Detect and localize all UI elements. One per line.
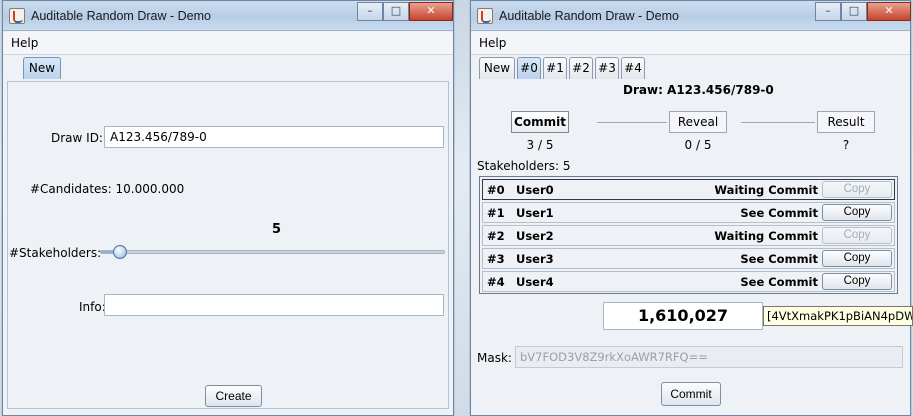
right-window: Auditable Random Draw - Demo – □ ✕ Help … [470,0,913,416]
slider-thumb[interactable] [113,245,128,259]
candidates-label: #Candidates: 10.000.000 [30,182,185,196]
copy-button[interactable]: Copy [822,181,892,198]
stakeholders-slider[interactable] [100,250,445,254]
user-index: #0 [487,183,505,197]
user-row: #3 User3 See Commit Copy [482,248,895,269]
stakeholders-value-label: 5 [272,222,282,237]
user-index: #4 [487,275,505,289]
minimize-button[interactable]: – [815,2,841,21]
right-titlebar[interactable]: Auditable Random Draw - Demo – □ ✕ [471,1,911,31]
stakeholders-label: #Stakeholders: [9,246,102,260]
result-count: ? [842,138,850,152]
phase-result: Result [817,111,875,133]
left-window: Auditable Random Draw - Demo – □ ✕ Help … [2,0,454,416]
user-status: Waiting Commit [714,183,818,197]
tab-2[interactable]: #2 [569,57,593,79]
mask-label: Mask: [477,351,512,365]
tab-1[interactable]: #1 [543,57,567,79]
menu-help[interactable]: Help [11,36,38,50]
java-app-icon [9,8,25,24]
reveal-count: 0 / 5 [684,138,712,152]
tab-strip: New [3,55,453,81]
user-name: User0 [516,183,554,197]
user-name: User1 [516,206,554,220]
user-status: See Commit [740,275,818,289]
stakeholders-table: #0 User0 Waiting Commit Copy #1 User1 Se… [479,176,898,294]
phase-connector [597,122,667,123]
user-status: See Commit [740,252,818,266]
left-titlebar[interactable]: Auditable Random Draw - Demo – □ ✕ [3,1,453,31]
user-index: #3 [487,252,505,266]
phase-commit: Commit [511,111,569,133]
phase-connector [741,122,815,123]
user-index: #1 [487,206,505,220]
mask-input[interactable]: bV7FOD3V8Z9rkXoAWR7RFQ== [515,346,903,368]
close-button[interactable]: ✕ [409,2,453,21]
user-name: User2 [516,229,554,243]
result-value: 1,610,027 [603,302,763,330]
user-row: #1 User1 See Commit Copy [482,202,895,223]
maximize-button[interactable]: □ [841,2,867,21]
tab-new[interactable]: New [479,57,515,79]
user-status: Waiting Commit [714,229,818,243]
draw-id-input[interactable]: A123.456/789-0 [104,126,444,148]
copy-button[interactable]: Copy [822,273,892,290]
user-row: #2 User2 Waiting Commit Copy [482,225,895,246]
commit-count: 3 / 5 [526,138,554,152]
menubar: Help [471,32,910,55]
copy-button[interactable]: Copy [822,250,892,267]
minimize-button[interactable]: – [357,2,383,21]
new-draw-panel: Draw ID: A123.456/789-0 #Candidates: 10.… [7,81,449,409]
user-status: See Commit [740,206,818,220]
java-app-icon [477,8,493,24]
user-name: User4 [516,275,554,289]
copy-button[interactable]: Copy [822,204,892,221]
window-title: Auditable Random Draw - Demo [31,9,211,23]
tab-0[interactable]: #0 [517,57,541,79]
tab-3[interactable]: #3 [595,57,619,79]
tooltip: [4VtXmakPK1pBiAN4pDW7P [763,306,913,326]
close-button[interactable]: ✕ [867,2,911,21]
user-row: #4 User4 See Commit Copy [482,271,895,292]
menubar: Help [3,32,453,55]
menu-help[interactable]: Help [479,36,506,50]
info-input[interactable] [104,294,444,316]
window-title: Auditable Random Draw - Demo [499,9,679,23]
copy-button[interactable]: Copy [822,227,892,244]
user-index: #2 [487,229,505,243]
user-name: User3 [516,252,554,266]
tab-4[interactable]: #4 [621,57,645,79]
phase-reveal: Reveal [669,111,727,133]
commit-button[interactable]: Commit [661,382,721,406]
stakeholders-count-label: Stakeholders: 5 [477,159,571,173]
draw-id-label: Draw ID: [51,131,103,145]
info-label: Info: [79,300,106,314]
maximize-button[interactable]: □ [383,2,409,21]
draw-title: Draw: A123.456/789-0 [623,83,774,97]
create-button[interactable]: Create [205,385,262,407]
tab-strip: New #0 #1 #2 #3 #4 [471,55,910,81]
user-row: #0 User0 Waiting Commit Copy [482,179,895,200]
draw-panel: Draw: A123.456/789-0 Commit Reveal Resul… [473,81,913,411]
tab-new[interactable]: New [23,57,61,79]
